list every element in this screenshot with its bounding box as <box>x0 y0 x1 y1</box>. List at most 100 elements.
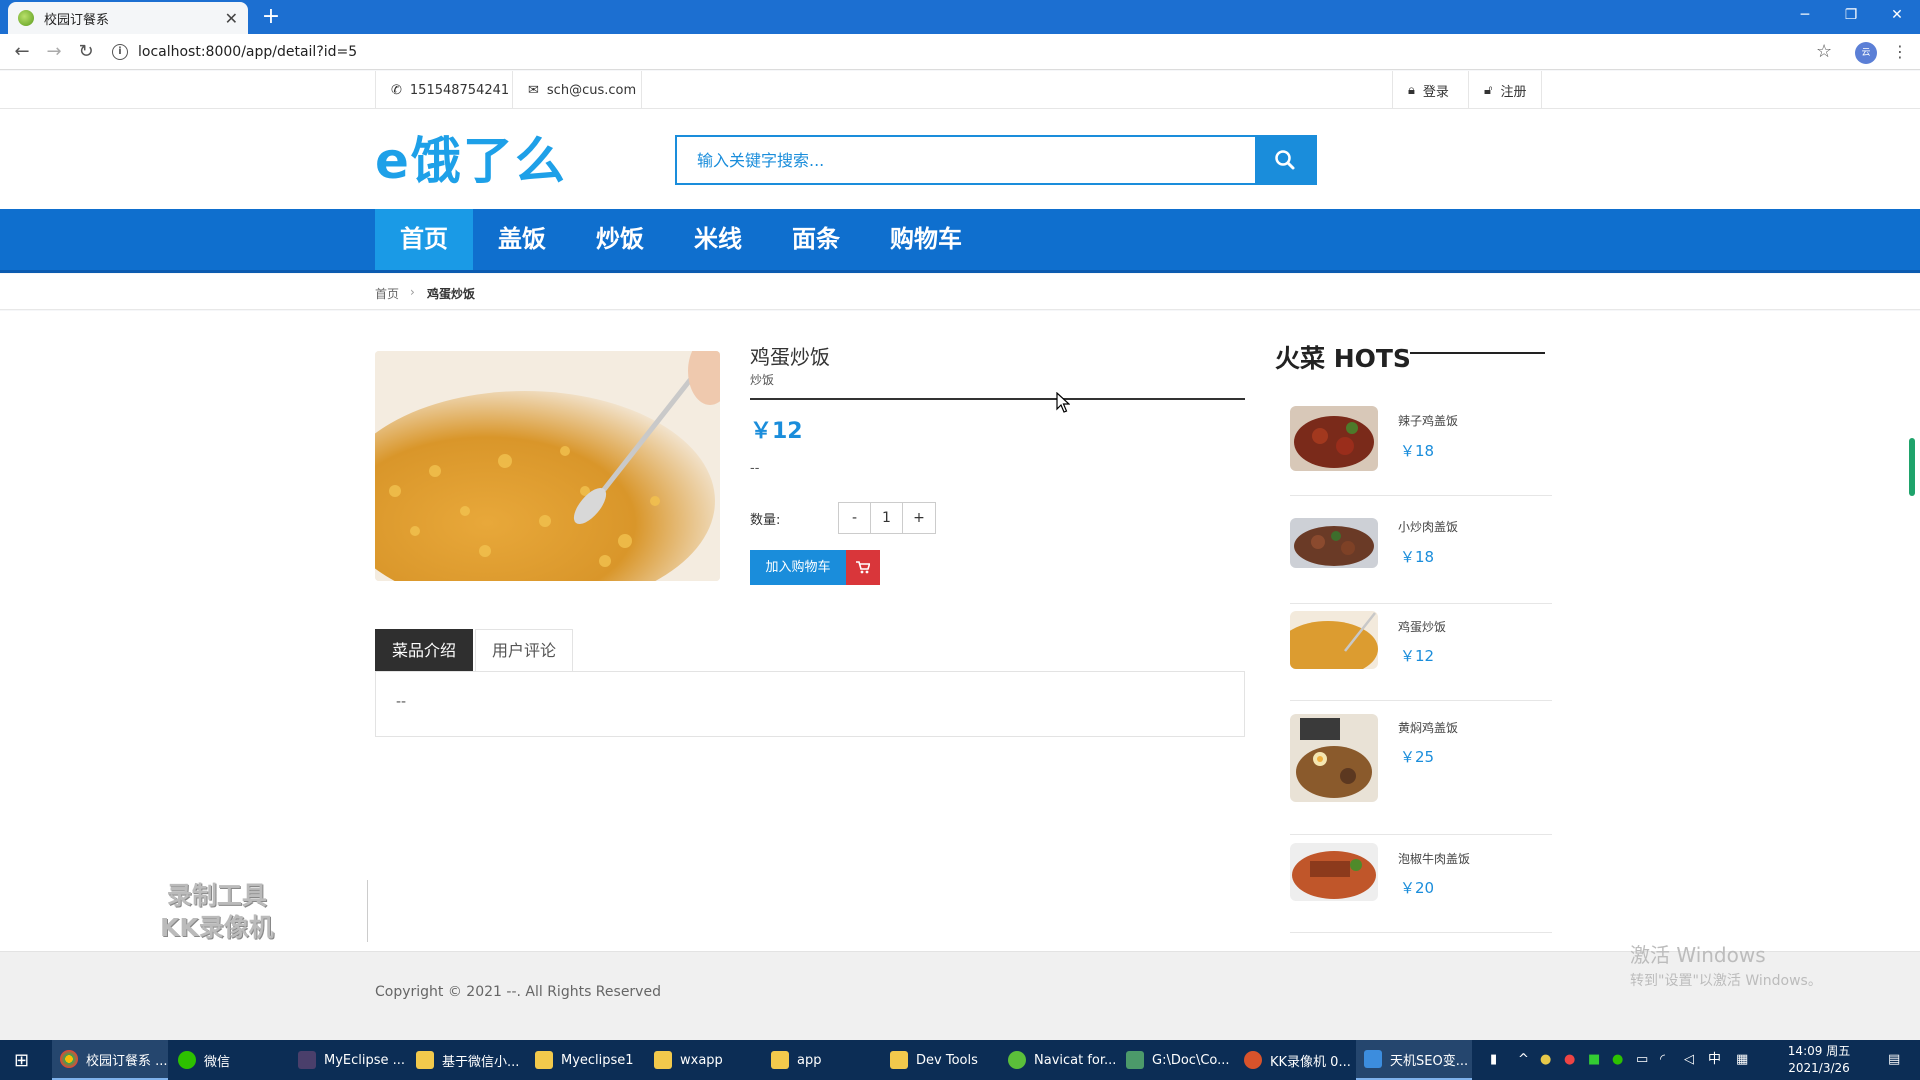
breadcrumb: 首页 › 鸡蛋炒饭 <box>0 274 1920 310</box>
taskbar-item-label: Navicat for... <box>1034 1052 1117 1068</box>
site-logo[interactable]: e饿了么 <box>375 133 567 189</box>
taskbar-item[interactable]: KK录像机 0... <box>1244 1040 1351 1080</box>
breadcrumb-separator-icon: › <box>410 285 415 299</box>
taskbar-item-label: app <box>797 1052 822 1068</box>
ime-indicator[interactable]: 中 <box>1708 1040 1721 1080</box>
add-to-cart-button[interactable]: 加入购物车 <box>750 550 880 585</box>
browser-titlebar: 校园订餐系 ✕ + ─ ❐ ✕ <box>0 0 1920 34</box>
back-icon[interactable]: ← <box>10 40 34 64</box>
taskbar-item[interactable]: wxapp <box>654 1040 723 1080</box>
hot-item-name: 黄焖鸡盖饭 <box>1398 721 1459 735</box>
search-button[interactable] <box>1255 137 1315 183</box>
tab-title: 校园订餐系 <box>44 12 110 28</box>
hot-item-name: 泡椒牛肉盖饭 <box>1398 852 1471 866</box>
main-nav: 首页 盖饭 炒饭 米线 面条 购物车 <box>0 209 1920 273</box>
contact-email: ✉ sch@cus.com <box>512 71 642 109</box>
taskbar-item[interactable]: MyEclipse ... <box>298 1040 405 1080</box>
lock-icon: 🔒︎ <box>1408 82 1415 98</box>
minimize-icon[interactable]: ─ <box>1782 0 1828 34</box>
nav-chaofan[interactable]: 炒饭 <box>571 209 669 270</box>
product-category: 炒饭 <box>750 373 775 387</box>
nav-noodles[interactable]: 面条 <box>767 209 865 270</box>
taskbar-item-label: KK录像机 0... <box>1270 1054 1351 1070</box>
watermark-line1: 录制工具 <box>166 881 267 910</box>
search-input[interactable] <box>677 137 1255 183</box>
nav-mixian[interactable]: 米线 <box>669 209 767 270</box>
folder-icon <box>654 1051 672 1069</box>
taskbar-item[interactable]: Dev Tools <box>890 1040 978 1080</box>
restore-icon[interactable]: ❐ <box>1828 0 1874 34</box>
taskbar-item-label: 天机SEO变... <box>1390 1053 1469 1069</box>
site-header: e饿了么 <box>0 109 1920 209</box>
browser-tab[interactable]: 校园订餐系 ✕ <box>8 2 248 34</box>
hot-item[interactable]: 黄焖鸡盖饭 ￥25 <box>1290 712 1552 835</box>
register-link[interactable]: 🔓︎ 注册 <box>1468 71 1543 109</box>
volume-icon[interactable]: ◁ <box>1684 1040 1694 1080</box>
network-icon[interactable]: ▭ <box>1636 1040 1648 1080</box>
close-window-icon[interactable]: ✕ <box>1874 0 1920 34</box>
nav-home[interactable]: 首页 <box>375 209 473 270</box>
nav-gaifan[interactable]: 盖饭 <box>473 209 571 270</box>
bookmark-star-icon[interactable]: ☆ <box>1816 41 1832 62</box>
tab-content: -- <box>375 671 1245 737</box>
quantity-input[interactable]: 1 <box>871 503 903 533</box>
system-clock[interactable]: 14:09 周五 2021/3/26 <box>1786 1043 1852 1077</box>
taskbar-item[interactable]: app <box>771 1040 821 1080</box>
hot-item[interactable]: 鸡蛋炒饭 ￥12 <box>1290 611 1552 701</box>
tab-intro[interactable]: 菜品介绍 <box>375 629 474 671</box>
breadcrumb-home[interactable]: 首页 <box>375 285 399 302</box>
hot-item-price: ￥20 <box>1400 879 1435 897</box>
taskbar-item[interactable]: 微信 <box>178 1040 230 1080</box>
browser-menu-icon[interactable]: ⋮ <box>1892 42 1908 61</box>
editor-icon <box>1126 1051 1144 1069</box>
product-image <box>375 351 720 581</box>
login-link[interactable]: 🔒︎ 登录 <box>1392 71 1464 109</box>
profile-avatar[interactable]: 云 <box>1855 42 1877 64</box>
hot-item[interactable]: 泡椒牛肉盖饭 ￥20 <box>1290 843 1552 933</box>
tray-app-icon[interactable]: ■ <box>1588 1040 1600 1080</box>
activation-title: 激活 Windows <box>1630 943 1766 967</box>
tray-app-icon[interactable]: ● <box>1540 1040 1551 1080</box>
increase-button[interactable]: + <box>903 503 935 533</box>
keyboard-icon[interactable]: ▦ <box>1736 1040 1748 1080</box>
hot-item-name: 鸡蛋炒饭 <box>1398 620 1447 634</box>
start-button[interactable]: ⊞ <box>14 1040 29 1080</box>
product-description: -- <box>750 461 760 476</box>
reload-icon[interactable]: ↻ <box>74 40 98 64</box>
hot-item-name: 小炒肉盖饭 <box>1398 520 1459 534</box>
decrease-button[interactable]: - <box>839 503 871 533</box>
search-icon <box>1275 150 1295 170</box>
taskbar-item[interactable]: 天机SEO变... <box>1356 1040 1472 1080</box>
taskbar-item[interactable]: Navicat for... <box>1008 1040 1116 1080</box>
nav-cart[interactable]: 购物车 <box>865 209 987 270</box>
kk-recorder-icon <box>1244 1051 1262 1069</box>
forward-icon[interactable]: → <box>42 40 66 64</box>
notifications-icon[interactable]: ▤ <box>1888 1040 1900 1080</box>
address-bar[interactable]: i localhost:8000/app/detail?id=5 <box>112 38 1772 66</box>
register-text: 注册 <box>1500 84 1527 100</box>
tray-expand-icon[interactable]: ^ <box>1518 1040 1529 1080</box>
hot-item-image <box>1290 843 1378 901</box>
new-tab-icon[interactable]: + <box>258 4 284 30</box>
taskbar-item[interactable]: Myeclipse1 <box>535 1040 634 1080</box>
taskbar-item[interactable]: G:\Doc\Co... <box>1126 1040 1230 1080</box>
taskbar-item[interactable]: 校园订餐系 ... <box>52 1040 168 1080</box>
battery-icon[interactable]: ▮ <box>1490 1040 1497 1080</box>
search-box <box>675 135 1317 185</box>
wifi-icon[interactable]: ◜ <box>1660 1040 1665 1080</box>
site-info-icon[interactable]: i <box>112 44 128 60</box>
hot-item-image <box>1290 518 1378 568</box>
chrome-icon <box>60 1050 78 1068</box>
hot-item[interactable]: 小炒肉盖饭 ￥18 <box>1290 514 1552 604</box>
wechat-tray-icon[interactable]: ● <box>1612 1040 1623 1080</box>
url-text: localhost:8000/app/detail?id=5 <box>138 44 358 60</box>
scrollbar-thumb[interactable] <box>1909 438 1915 496</box>
hot-item-price: ￥12 <box>1400 647 1435 665</box>
folder-icon <box>771 1051 789 1069</box>
hot-item[interactable]: 辣子鸡盖饭 ￥18 <box>1290 406 1552 496</box>
taskbar-item-label: 校园订餐系 ... <box>86 1053 168 1069</box>
tab-close-icon[interactable]: ✕ <box>225 9 238 28</box>
tab-reviews[interactable]: 用户评论 <box>475 629 574 671</box>
taskbar-item[interactable]: 基于微信小... <box>416 1040 519 1080</box>
tray-app-icon[interactable]: ● <box>1564 1040 1575 1080</box>
